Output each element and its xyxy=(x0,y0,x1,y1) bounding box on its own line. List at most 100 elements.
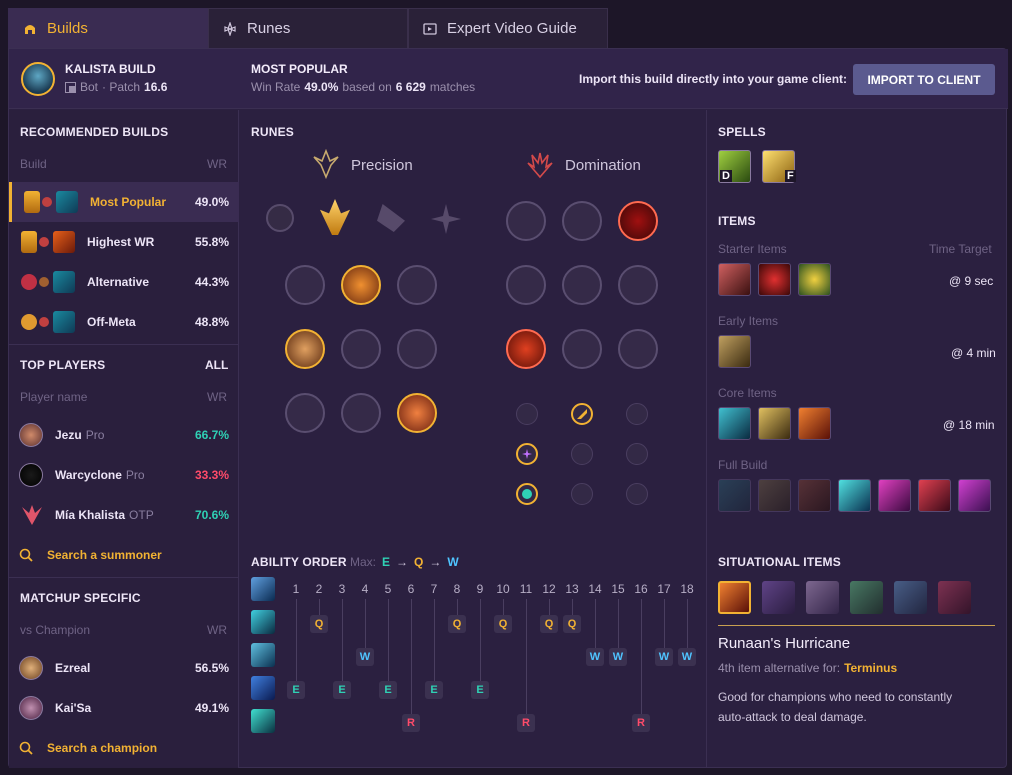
shard-icon[interactable] xyxy=(626,403,648,425)
item-blade-of-the-ruined-king-icon[interactable] xyxy=(718,479,751,512)
bot-lane-icon xyxy=(65,81,76,93)
tab-builds[interactable]: Builds xyxy=(8,8,208,48)
rune-icon[interactable] xyxy=(506,201,546,241)
item-icon xyxy=(53,231,75,253)
player-tag: OTP xyxy=(129,508,154,522)
win-rate-summary: Win Rate 49.0% based on 6 629 matches xyxy=(251,80,475,94)
item-doran-blade-icon[interactable] xyxy=(718,263,751,296)
item-situational-icon[interactable] xyxy=(894,581,927,614)
rune-icon[interactable] xyxy=(341,393,381,433)
item-guinsoo-icon[interactable] xyxy=(878,479,911,512)
rune-lethal-tempo-icon[interactable] xyxy=(320,199,350,235)
player-row[interactable]: Jezu Pro 66.7% xyxy=(9,415,239,455)
item-kraken-slayer-icon[interactable] xyxy=(918,479,951,512)
level-number: 3 xyxy=(338,582,346,596)
item-blade-of-the-ruined-king-icon[interactable] xyxy=(718,407,751,440)
item-situational-icon[interactable] xyxy=(806,581,839,614)
rune-presence-of-mind-icon[interactable] xyxy=(341,265,381,305)
rune-conqueror-icon[interactable] xyxy=(431,204,461,234)
wr-value: 49.0% xyxy=(304,80,339,94)
situational-underline xyxy=(718,625,995,626)
item-berserker-greaves-icon[interactable] xyxy=(758,479,791,512)
build-option-off-meta[interactable]: Off-Meta 48.8% xyxy=(9,302,239,342)
skill-e-icon xyxy=(251,676,275,700)
item-terminus-icon[interactable] xyxy=(838,479,871,512)
rune-press-attack-icon[interactable] xyxy=(266,204,294,232)
build-option-most-popular[interactable]: Most Popular 49.0% xyxy=(9,182,239,222)
shard-attack-speed-icon[interactable] xyxy=(571,403,593,425)
item-wits-end-icon[interactable] xyxy=(958,479,991,512)
item-health-potion-icon[interactable] xyxy=(758,263,791,296)
alt-prefix: 4th item alternative for: xyxy=(718,661,841,675)
rune-icon[interactable] xyxy=(562,329,602,369)
search-summoner-link[interactable]: Search a summoner xyxy=(9,535,239,575)
build-option-highest-wr[interactable]: Highest WR 55.8% xyxy=(9,222,239,262)
build-option-alternative[interactable]: Alternative 44.3% xyxy=(9,262,239,302)
rune-icon[interactable] xyxy=(397,329,437,369)
tab-runes[interactable]: Runes xyxy=(208,8,408,48)
rune-legend-bloodline-icon[interactable] xyxy=(285,329,325,369)
build-label: Most Popular xyxy=(90,195,167,209)
shard-icon[interactable] xyxy=(626,483,648,505)
build-wr: 48.8% xyxy=(194,315,229,329)
alt-item-link[interactable]: Terminus xyxy=(844,661,897,675)
item-ward-icon[interactable] xyxy=(798,263,831,296)
max-order: Max: E → Q → W xyxy=(350,555,459,569)
top-players-all-link[interactable]: ALL xyxy=(205,358,228,372)
secondary-rune-icon xyxy=(39,317,49,327)
player-tag: Pro xyxy=(125,468,145,482)
rune-treasure-hunter-icon[interactable] xyxy=(506,329,546,369)
level-number: 4 xyxy=(361,582,369,596)
tab-video-guide[interactable]: Expert Video Guide xyxy=(408,8,608,48)
rune-icon[interactable] xyxy=(506,265,546,305)
item-runaans-hurricane-icon[interactable] xyxy=(718,581,751,614)
skill-point-w: W xyxy=(678,648,696,666)
shard-icon[interactable] xyxy=(571,443,593,465)
shard-icon[interactable] xyxy=(571,483,593,505)
matchup-row[interactable]: Ezreal 56.5% xyxy=(9,648,239,688)
rune-sudden-impact-icon[interactable] xyxy=(618,201,658,241)
rune-icon[interactable] xyxy=(341,329,381,369)
shard-icon[interactable] xyxy=(626,443,648,465)
rune-icon[interactable] xyxy=(562,265,602,305)
tab-label: Builds xyxy=(47,20,88,37)
import-to-client-button[interactable]: IMPORT TO CLIENT xyxy=(853,64,995,95)
search-icon xyxy=(19,548,33,562)
item-runaans-hurricane-icon[interactable] xyxy=(798,407,831,440)
domination-tree-icon xyxy=(526,149,554,179)
rune-icon[interactable] xyxy=(618,265,658,305)
patch-value: 16.6 xyxy=(144,80,168,94)
rune-icon[interactable] xyxy=(618,329,658,369)
level-line xyxy=(687,599,688,648)
player-row[interactable]: Mía Khalista OTP 70.6% xyxy=(9,495,239,535)
matches-suffix: matches xyxy=(429,80,476,94)
rune-icon[interactable] xyxy=(397,265,437,305)
shard-icon[interactable] xyxy=(516,403,538,425)
level-number: 7 xyxy=(430,582,438,596)
col-wr: WR xyxy=(207,623,227,637)
search-champion-link[interactable]: Search a champion xyxy=(9,728,239,768)
level-line xyxy=(595,599,596,648)
item-boots-icon[interactable] xyxy=(718,335,751,368)
skill-point-e: E xyxy=(425,681,443,699)
item-situational-icon[interactable] xyxy=(850,581,883,614)
rune-icon[interactable] xyxy=(285,393,325,433)
item-runaans-hurricane-icon[interactable] xyxy=(798,479,831,512)
matchup-row[interactable]: Kai'Sa 49.1% xyxy=(9,688,239,728)
skill-w-icon xyxy=(251,643,275,667)
shard-health-icon[interactable] xyxy=(516,483,538,505)
item-berserker-greaves-icon[interactable] xyxy=(758,407,791,440)
rune-icon[interactable] xyxy=(285,265,325,305)
item-situational-icon[interactable] xyxy=(762,581,795,614)
shard-adaptive-force-icon[interactable] xyxy=(516,443,538,465)
rune-fleet-footwork-icon[interactable] xyxy=(377,204,405,232)
col-build: Build xyxy=(20,157,47,171)
avatar xyxy=(19,656,43,680)
player-row[interactable]: Warcyclone Pro 33.3% xyxy=(9,455,239,495)
rune-icon[interactable] xyxy=(562,201,602,241)
item-situational-icon[interactable] xyxy=(938,581,971,614)
level-number: 14 xyxy=(588,582,602,596)
situational-item-name: Runaan's Hurricane xyxy=(718,635,851,652)
rune-cut-down-icon[interactable] xyxy=(397,393,437,433)
spells-title: SPELLS xyxy=(718,125,766,139)
